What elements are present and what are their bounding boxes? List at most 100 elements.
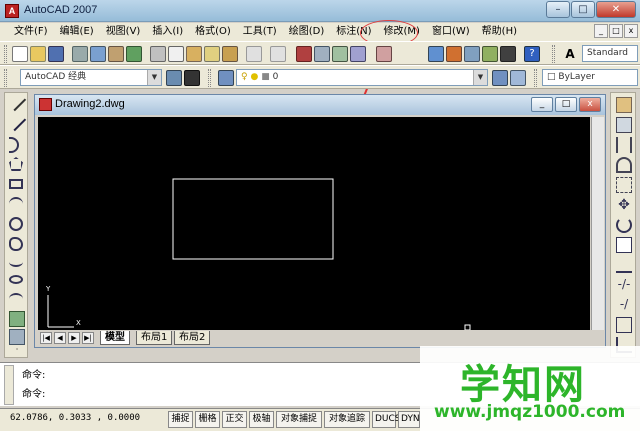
revision-cloud-icon[interactable] (9, 237, 23, 251)
insert-block-icon[interactable] (9, 311, 25, 327)
dyn-toggle[interactable]: DYN (398, 411, 420, 428)
array-icon[interactable] (616, 177, 632, 193)
text-style-icon[interactable]: A (562, 46, 578, 62)
toolbar-grip[interactable] (534, 69, 537, 87)
print-icon[interactable] (72, 46, 88, 62)
circle-icon[interactable] (9, 217, 23, 231)
menu-window[interactable]: 窗口(W) (426, 24, 476, 40)
drawing-close-button[interactable]: x (579, 97, 601, 112)
menu-view[interactable]: 视图(V) (100, 24, 147, 40)
ellipse-icon[interactable] (9, 275, 23, 284)
layer-combo[interactable]: ♀ ● ■ 0 ▼ (236, 69, 488, 86)
toolbar-grip[interactable] (208, 69, 211, 87)
copy-object-icon[interactable] (616, 117, 632, 133)
drawing-file-icon[interactable] (39, 98, 52, 111)
3d-dwf-icon[interactable] (126, 46, 142, 62)
vertical-scrollbar[interactable] (591, 117, 604, 330)
undo-icon[interactable] (246, 46, 262, 62)
snap-toggle[interactable]: 捕捉 (168, 411, 193, 428)
color-combo[interactable]: □ ByLayer (542, 69, 638, 86)
block-editor-icon[interactable] (222, 46, 238, 62)
break-icon[interactable] (616, 317, 632, 333)
workspace-combo[interactable]: AutoCAD 经典 ▼ (20, 69, 162, 86)
osnap-toggle[interactable]: 对象捕捉 (276, 411, 322, 428)
drawing-canvas[interactable]: Y X (38, 117, 590, 331)
print-preview-icon[interactable] (90, 46, 106, 62)
cut-icon[interactable] (150, 46, 166, 62)
tab-layout1[interactable]: 布局1 (136, 331, 173, 345)
menu-format[interactable]: 格式(O) (189, 24, 237, 40)
markup-icon[interactable] (482, 46, 498, 62)
redo-icon[interactable] (270, 46, 286, 62)
offset-icon[interactable] (616, 157, 632, 173)
menu-edit[interactable]: 编辑(E) (54, 24, 100, 40)
polyline-icon[interactable] (9, 137, 19, 153)
polar-toggle[interactable]: 极轴 (249, 411, 274, 428)
help-icon[interactable]: ? (524, 46, 540, 62)
otrack-toggle[interactable]: 对象追踪 (324, 411, 370, 428)
pan-icon[interactable] (296, 46, 312, 62)
extend-icon[interactable]: -/ (616, 297, 632, 313)
make-block-icon[interactable] (9, 329, 25, 345)
chevron-down-icon[interactable]: ▼ (473, 70, 487, 85)
drawn-rectangle[interactable] (172, 178, 334, 260)
drawing-maximize-button[interactable]: □ (555, 97, 577, 112)
autocad-app-icon[interactable]: A (5, 4, 19, 18)
open-icon[interactable] (30, 46, 46, 62)
tool-palettes-icon[interactable] (446, 46, 462, 62)
doc-restore-button[interactable]: □ (609, 24, 623, 38)
ellipse-arc-icon[interactable] (9, 293, 23, 305)
menu-insert[interactable]: 插入(I) (146, 24, 189, 40)
move-icon[interactable]: ✥ (616, 197, 632, 213)
coordinate-readout[interactable]: 62.0786, 0.3033 , 0.0000 (10, 413, 140, 423)
arc-icon[interactable] (9, 197, 23, 211)
rectangle-icon[interactable] (9, 179, 23, 189)
toolbar-grip[interactable] (4, 69, 7, 87)
erase-icon[interactable] (616, 97, 632, 113)
trim-icon[interactable]: -/- (616, 277, 632, 293)
publish-icon[interactable] (108, 46, 124, 62)
point-icon[interactable]: · (9, 346, 25, 354)
ducs-toggle[interactable]: DUCS (372, 411, 401, 428)
stretch-icon[interactable] (616, 257, 632, 273)
command-window-grip[interactable] (4, 365, 14, 405)
tab-layout2[interactable]: 布局2 (174, 331, 211, 345)
text-style-combo[interactable]: Standard (582, 45, 638, 62)
design-center-icon[interactable] (428, 46, 444, 62)
next-tab-icon[interactable]: ▶ (68, 332, 80, 344)
save-icon[interactable] (48, 46, 64, 62)
doc-close-button[interactable]: x (624, 24, 638, 38)
tab-model[interactable]: 模型 (100, 331, 130, 345)
maximize-button[interactable]: □ (571, 1, 595, 18)
zoom-realtime-icon[interactable] (314, 46, 330, 62)
sheet-set-icon[interactable] (464, 46, 480, 62)
prev-tab-icon[interactable]: ◀ (54, 332, 66, 344)
polygon-icon[interactable] (9, 157, 23, 171)
make-layer-current-icon[interactable] (492, 70, 508, 86)
close-button[interactable]: ✕ (596, 1, 636, 18)
drawing-minimize-button[interactable]: _ (531, 97, 553, 112)
calculator-icon[interactable] (500, 46, 516, 62)
construction-line-icon[interactable] (7, 112, 27, 132)
properties-icon[interactable] (376, 46, 392, 62)
chevron-down-icon[interactable]: ▼ (147, 70, 161, 85)
copy-icon[interactable] (168, 46, 184, 62)
zoom-previous-icon[interactable] (350, 46, 366, 62)
layer-manager-icon[interactable] (218, 70, 234, 86)
new-icon[interactable] (12, 46, 28, 62)
first-tab-icon[interactable]: |◀ (40, 332, 52, 344)
minimize-button[interactable]: – (546, 1, 570, 18)
layer-previous-icon[interactable] (510, 70, 526, 86)
toolbar-grip[interactable] (552, 45, 555, 63)
doc-minimize-button[interactable]: _ (594, 24, 608, 38)
toolbar-grip[interactable] (4, 45, 7, 63)
paste-icon[interactable] (186, 46, 202, 62)
spline-icon[interactable] (9, 257, 23, 267)
menu-help[interactable]: 帮助(H) (476, 24, 523, 40)
menu-tools[interactable]: 工具(T) (237, 24, 283, 40)
grid-toggle[interactable]: 栅格 (195, 411, 220, 428)
mirror-icon[interactable] (616, 137, 632, 153)
line-icon[interactable] (7, 92, 27, 112)
match-properties-icon[interactable] (204, 46, 220, 62)
last-tab-icon[interactable]: ▶| (82, 332, 94, 344)
